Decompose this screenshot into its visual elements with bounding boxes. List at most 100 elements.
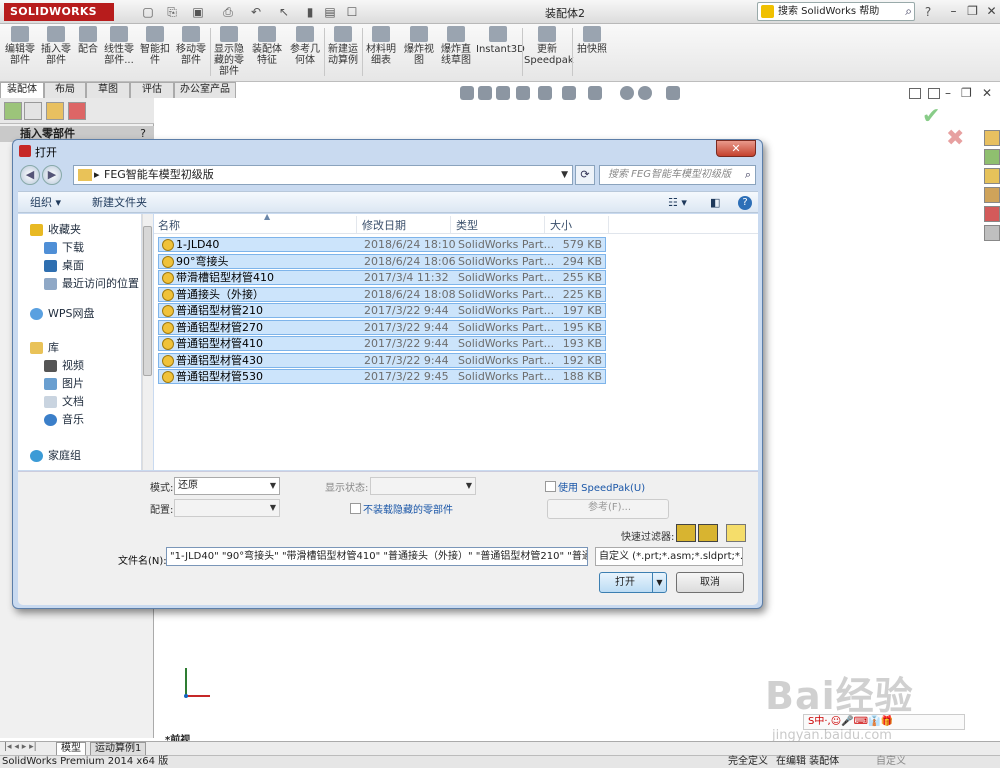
graphics-restore-icon[interactable]: ❐	[961, 86, 972, 100]
nav-recent[interactable]: 最近访问的位置	[44, 276, 139, 292]
back-button[interactable]: ◀	[20, 165, 40, 185]
file-row[interactable]: 普通接头（外接） 2018/6/24 18:08 SolidWorks Part..…	[158, 286, 606, 302]
section-view-icon[interactable]	[516, 86, 530, 100]
print-icon[interactable]: ⎙	[220, 4, 236, 20]
breadcrumb-arrow[interactable]: ▸	[94, 166, 100, 184]
mode-select[interactable]: 还原 ▼	[174, 477, 280, 495]
linear-pattern-button[interactable]: 线性零 部件...	[102, 26, 136, 66]
dialog-close-button[interactable]: ✕	[716, 140, 756, 157]
close-icon[interactable]: ✕	[983, 3, 1000, 19]
insert-component-button[interactable]: 插入零 部件	[40, 26, 72, 66]
show-hidden-components-button[interactable]: 显示隐 藏的零 部件	[212, 26, 246, 77]
select-icon[interactable]: ↖	[276, 4, 292, 20]
column-divider[interactable]	[608, 216, 609, 233]
smart-fasteners-button[interactable]: 智能扣 件	[140, 26, 170, 66]
cancel-x-icon[interactable]: ✖	[946, 126, 964, 151]
file-row[interactable]: 普通铝型材管530 2017/3/22 9:45 SolidWorks Part..…	[158, 369, 606, 384]
minimize-icon[interactable]: –	[945, 3, 962, 19]
explode-line-sketch-button[interactable]: 爆炸直 线草图	[438, 26, 474, 66]
display-manager-icon[interactable]	[68, 102, 86, 120]
file-properties-icon[interactable]: ▤	[322, 4, 338, 20]
filter-drawings-icon[interactable]	[726, 524, 746, 542]
column-name[interactable]: 名称	[158, 217, 180, 233]
tab-assembly[interactable]: 装配体	[0, 82, 44, 98]
file-row[interactable]: 普通铝型材管210 2017/3/22 9:44 SolidWorks Part..…	[158, 303, 606, 318]
new-file-icon[interactable]: ▢	[140, 4, 156, 20]
filename-input[interactable]: "1-JLD40" "90°弯接头" "带滑槽铝型材管410" "普通接头（外接…	[166, 547, 588, 566]
custom-properties-icon[interactable]	[984, 225, 1000, 241]
address-bar[interactable]: ▸ FEG智能车模型初级版 ▼	[73, 165, 573, 185]
graphics-minimize-icon[interactable]: –	[945, 86, 951, 100]
tab-office-products[interactable]: 办公室产品	[174, 82, 236, 98]
instant3d-button[interactable]: Instant3D	[476, 26, 525, 55]
status-custom[interactable]: 自定义	[876, 756, 906, 768]
nav-downloads[interactable]: 下载	[44, 240, 84, 256]
filter-assemblies-icon[interactable]	[698, 524, 718, 542]
file-row[interactable]: 带滑槽铝型材管410 2017/3/4 11:32 SolidWorks Part.…	[158, 270, 606, 285]
hide-show-items-icon[interactable]	[588, 86, 602, 100]
help-icon[interactable]: ?	[920, 4, 936, 20]
column-divider[interactable]	[356, 216, 357, 233]
config-select[interactable]: ▼	[174, 499, 280, 517]
view-options-icon[interactable]: ☷ ▾	[668, 195, 687, 211]
tab-model[interactable]: 模型	[56, 742, 86, 756]
open-button[interactable]: 打开 ▼	[599, 572, 667, 593]
column-divider[interactable]	[450, 216, 451, 233]
appearances-icon[interactable]	[984, 206, 1000, 222]
view-orientation-icon[interactable]	[538, 86, 552, 100]
mate-button[interactable]: 配合	[76, 26, 100, 55]
zoom-area-icon[interactable]	[478, 86, 492, 100]
column-type[interactable]: 类型	[456, 217, 478, 233]
file-explorer-icon[interactable]	[984, 168, 1000, 184]
edit-appearance-icon[interactable]	[620, 86, 634, 100]
exploded-view-button[interactable]: 爆炸视 图	[402, 26, 436, 66]
filter-parts-icon[interactable]	[676, 524, 696, 542]
breadcrumb-path[interactable]: FEG智能车模型初级版	[104, 168, 214, 181]
save-icon[interactable]: ▣	[190, 4, 206, 20]
design-library-icon[interactable]	[984, 149, 1000, 165]
graphics-close-icon[interactable]: ✕	[982, 86, 992, 100]
preview-pane-icon[interactable]: ◧	[710, 195, 720, 211]
update-speedpak-button[interactable]: 更新 Speedpak	[524, 26, 574, 66]
nav-favorites[interactable]: 收藏夹	[30, 222, 81, 238]
view-settings-icon[interactable]	[666, 86, 680, 100]
cancel-button[interactable]: 取消	[676, 572, 744, 593]
solidworks-logo[interactable]: SOLIDWORKS	[4, 3, 114, 21]
nav-pictures[interactable]: 图片	[44, 376, 84, 392]
rebuild-icon[interactable]: ▮	[302, 4, 318, 20]
column-divider[interactable]	[544, 216, 545, 233]
use-speedpak-checkbox[interactable]	[545, 481, 556, 492]
restore-icon[interactable]: ❐	[964, 3, 981, 19]
address-dropdown-icon[interactable]: ▼	[561, 166, 568, 184]
view-palette-icon[interactable]	[984, 187, 1000, 203]
no-load-hidden-checkbox[interactable]	[350, 503, 361, 514]
column-date[interactable]: 修改日期	[362, 217, 406, 233]
apply-scene-icon[interactable]	[638, 86, 652, 100]
previous-view-icon[interactable]	[496, 86, 510, 100]
reference-button[interactable]: 参考(F)...	[547, 499, 669, 519]
configuration-manager-icon[interactable]	[46, 102, 64, 120]
tab-layout[interactable]: 布局	[44, 82, 86, 98]
nav-desktop[interactable]: 桌面	[44, 258, 84, 274]
column-size[interactable]: 大小	[550, 217, 572, 233]
tab-sketch[interactable]: 草图	[86, 82, 130, 98]
tab-evaluate[interactable]: 评估	[130, 82, 174, 98]
help-icon[interactable]: ?	[738, 196, 752, 210]
solidworks-resources-icon[interactable]	[984, 130, 1000, 146]
file-type-select[interactable]: 自定义 (*.prt;*.asm;*.sldprt;*.s	[595, 547, 743, 566]
edit-component-button[interactable]: 编辑零 部件	[4, 26, 36, 66]
open-file-icon[interactable]: ⎘	[164, 4, 180, 20]
new-folder-button[interactable]: 新建文件夹	[92, 195, 147, 211]
assembly-features-button[interactable]: 装配体 特征	[250, 26, 284, 66]
nav-music[interactable]: 音乐	[44, 412, 84, 428]
file-row[interactable]: 普通铝型材管430 2017/3/22 9:44 SolidWorks Part..…	[158, 352, 606, 368]
refresh-button[interactable]: ⟳	[575, 165, 595, 185]
new-motion-study-button[interactable]: 新建运 动算例	[326, 26, 360, 66]
nav-documents[interactable]: 文档	[44, 394, 84, 410]
file-row[interactable]: 90°弯接头 2018/6/24 18:06 SolidWorks Part... 2…	[158, 253, 606, 269]
file-row[interactable]: 普通铝型材管410 2017/3/22 9:44 SolidWorks Part..…	[158, 336, 606, 351]
tab-motion-study[interactable]: 运动算例1	[90, 742, 147, 756]
use-speedpak-label[interactable]: 使用 SpeedPak(U)	[558, 479, 645, 494]
nav-libraries[interactable]: 库	[30, 340, 59, 356]
file-row[interactable]: 1-JLD40 2018/6/24 18:10 SolidWorks Part...…	[158, 237, 606, 252]
